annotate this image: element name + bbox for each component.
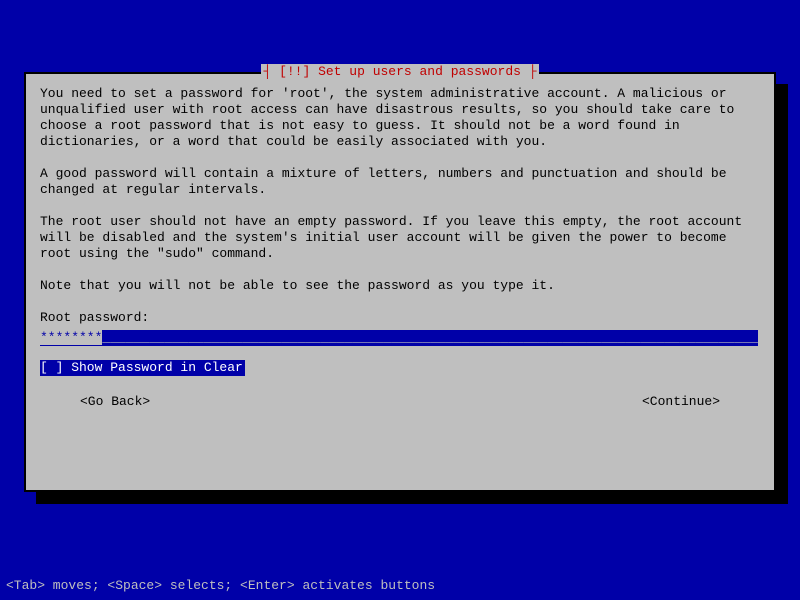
nav-row: <Go Back> <Continue> [40, 394, 760, 410]
instruction-para-3: The root user should not have an empty p… [40, 214, 760, 262]
keybinding-hint: <Tab> moves; <Space> selects; <Enter> ac… [6, 578, 794, 594]
root-password-input[interactable]: ********________________________________… [40, 330, 758, 346]
show-password-checkbox[interactable]: [ ] Show Password in Clear [40, 360, 245, 376]
dialog-title: ┤ [!!] Set up users and passwords ├ [261, 64, 538, 80]
checkbox-label: Show Password in Clear [63, 360, 242, 375]
go-back-button[interactable]: <Go Back> [80, 394, 150, 410]
dialog-content: You need to set a password for 'root', t… [40, 86, 760, 410]
checkbox-box: [ ] [40, 360, 63, 375]
password-prompt: Root password: [40, 310, 760, 326]
password-underscores: ________________________________________… [102, 330, 758, 345]
instruction-para-2: A good password will contain a mixture o… [40, 166, 760, 198]
installer-dialog: ┤ [!!] Set up users and passwords ├ You … [24, 72, 776, 492]
dialog-title-wrap: ┤ [!!] Set up users and passwords ├ [26, 64, 774, 80]
continue-button[interactable]: <Continue> [642, 394, 720, 410]
instruction-para-4: Note that you will not be able to see th… [40, 278, 760, 294]
password-mask: ******** [40, 330, 102, 345]
instruction-para-1: You need to set a password for 'root', t… [40, 86, 760, 150]
